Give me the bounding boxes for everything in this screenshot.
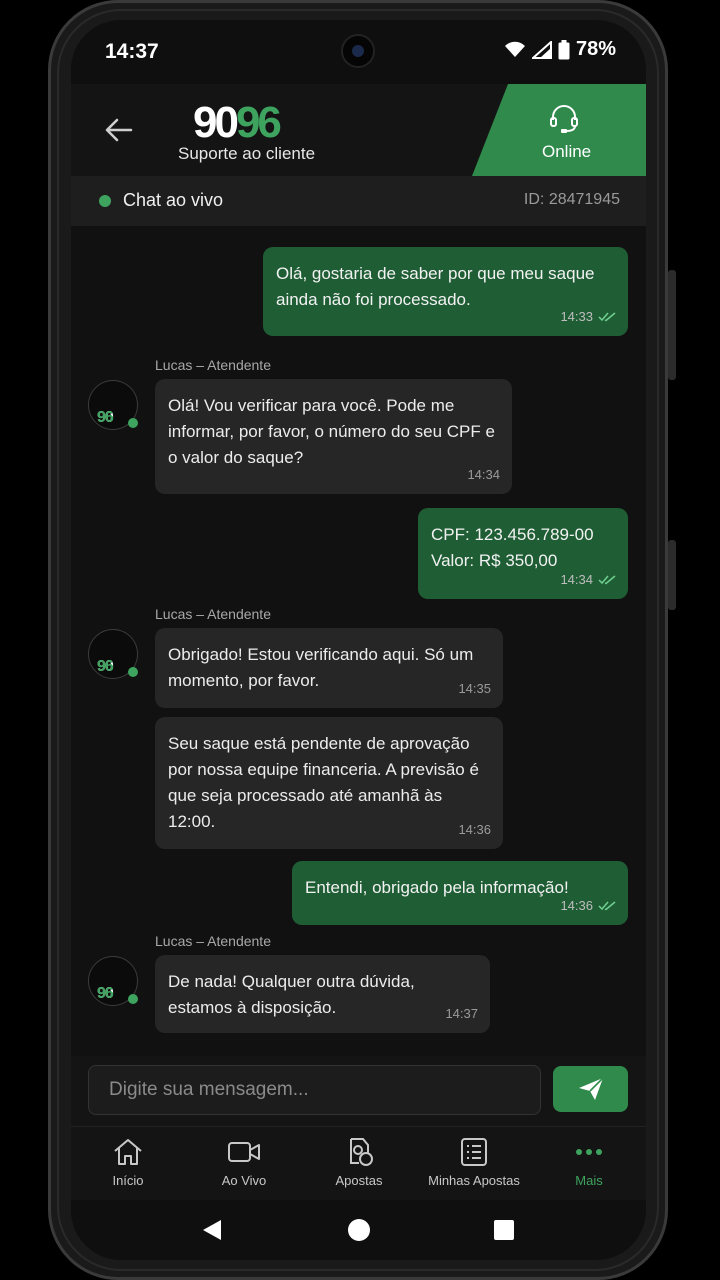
- message-time: 14:33: [560, 309, 593, 324]
- sender-name: Lucas – Atendente: [155, 606, 271, 622]
- message-incoming[interactable]: Olá! Vou verificar para você. Pode me in…: [155, 379, 512, 494]
- battery-icon: [558, 39, 570, 59]
- message-meta: 14:34: [467, 462, 500, 488]
- system-navigation-bar: [71, 1200, 646, 1260]
- avatar-logo-green: 96: [97, 409, 114, 426]
- status-bar: 14:37 78%: [71, 20, 646, 84]
- avatar-logo-green: 96: [97, 658, 114, 675]
- front-camera: [341, 34, 375, 68]
- system-recents-icon[interactable]: [493, 1219, 515, 1241]
- agent-avatar: 90 96: [88, 629, 138, 679]
- logo-part-white: 90: [193, 98, 239, 147]
- screen: 14:37 78% 9096 Suporte ao cliente Online…: [71, 20, 646, 1260]
- message-meta: 14:34: [560, 567, 616, 593]
- double-check-icon: [598, 312, 616, 322]
- nav-label: Ao Vivo: [221, 1173, 267, 1188]
- back-arrow-icon[interactable]: [101, 112, 137, 148]
- message-outgoing[interactable]: Entendi, obrigado pela informação! 14:36: [292, 861, 628, 925]
- send-button[interactable]: [553, 1066, 628, 1112]
- bets-icon: [350, 1138, 373, 1166]
- battery-level: 78%: [575, 38, 616, 60]
- nav-item-minhas-apostas[interactable]: Minhas Apostas: [419, 1137, 529, 1188]
- nav-item-inicio[interactable]: Início: [73, 1137, 183, 1188]
- message-text-cpf: CPF: 123.456.789-00: [431, 525, 594, 544]
- message-time: 14:34: [560, 572, 593, 587]
- double-check-icon: [598, 901, 616, 911]
- header-subtitle: Suporte ao cliente: [178, 144, 316, 163]
- wifi-icon: [504, 41, 525, 57]
- nav-label: Apostas: [335, 1173, 383, 1188]
- message-time: 14:36: [458, 822, 491, 837]
- message-meta: 14:33: [560, 304, 616, 330]
- power-button: [668, 540, 676, 610]
- online-status-button[interactable]: Online: [472, 84, 646, 176]
- system-home-icon[interactable]: [347, 1218, 371, 1242]
- message-outgoing[interactable]: CPF: 123.456.789-00 Valor: R$ 350,00 14:…: [418, 508, 628, 599]
- sender-name: Lucas – Atendente: [155, 933, 271, 949]
- message-time: 14:34: [467, 467, 500, 482]
- nav-label: Início: [112, 1173, 144, 1188]
- message-time: 14:35: [458, 681, 491, 696]
- nav-item-ao-vivo[interactable]: Ao Vivo: [189, 1137, 299, 1188]
- brand-logo: 9096: [193, 98, 282, 148]
- nav-label: Mais: [575, 1173, 603, 1188]
- message-incoming[interactable]: Obrigado! Estou verificando aqui. Só um …: [155, 628, 503, 708]
- message-meta: 14:35: [458, 676, 491, 702]
- agent-avatar: 90 96: [88, 380, 138, 430]
- nav-label: Minhas Apostas: [428, 1173, 520, 1188]
- online-label: Online: [542, 142, 592, 161]
- live-chat-bar: Chat ao vivo ID: 28471945: [71, 176, 646, 226]
- signal-icon: [531, 40, 552, 59]
- avatar-logo-green: 96: [97, 985, 114, 1002]
- live-chat-label: Chat ao vivo: [123, 190, 224, 210]
- message-text: Olá! Vou verificar para você. Pode me in…: [168, 396, 495, 467]
- volume-button: [668, 270, 676, 380]
- message-outgoing[interactable]: Olá, gostaria de saber por que meu saque…: [263, 247, 628, 336]
- status-icons: 78%: [504, 38, 616, 61]
- app-header: 9096 Suporte ao cliente Online: [71, 84, 646, 176]
- bottom-navigation: Início Ao Vivo Apostas Minhas Apostas Ma…: [71, 1126, 646, 1200]
- message-meta: 14:36: [458, 817, 491, 843]
- status-time: 14:37: [105, 40, 159, 63]
- chat-id: ID: 28471945: [523, 191, 620, 208]
- nav-item-mais[interactable]: Mais: [534, 1137, 644, 1188]
- agent-avatar: 90 96: [88, 956, 138, 1006]
- message-incoming[interactable]: Seu saque está pendente de aprovação por…: [155, 717, 503, 849]
- headset-icon: [550, 105, 578, 133]
- message-composer: [71, 1056, 646, 1126]
- nav-item-apostas[interactable]: Apostas: [304, 1137, 414, 1188]
- message-meta: 14:36: [560, 893, 616, 919]
- double-check-icon: [598, 575, 616, 585]
- message-time: 14:37: [445, 1006, 478, 1021]
- message-input[interactable]: [88, 1065, 541, 1115]
- logo-part-green: 96: [235, 98, 282, 147]
- message-text: Seu saque está pendente de aprovação por…: [168, 734, 479, 831]
- list-icon: [461, 1138, 487, 1166]
- system-back-icon[interactable]: [201, 1218, 223, 1242]
- message-time: 14:36: [560, 898, 593, 913]
- more-icon: [576, 1149, 602, 1155]
- home-icon: [114, 1139, 142, 1165]
- message-text: De nada! Qualquer outra dúvida, estamos …: [168, 972, 415, 1017]
- message-text: Obrigado! Estou verificando aqui. Só um …: [168, 645, 474, 690]
- sender-name: Lucas – Atendente: [155, 357, 271, 373]
- message-meta: 14:37: [445, 1001, 478, 1027]
- avatar-online-dot: [128, 667, 138, 677]
- video-icon: [228, 1142, 260, 1162]
- send-icon: [579, 1077, 604, 1100]
- chat-thread[interactable]: Olá, gostaria de saber por que meu saque…: [71, 226, 646, 1056]
- avatar-online-dot: [128, 418, 138, 428]
- live-indicator-dot: [99, 195, 111, 207]
- message-incoming[interactable]: De nada! Qualquer outra dúvida, estamos …: [155, 955, 490, 1033]
- avatar-online-dot: [128, 994, 138, 1004]
